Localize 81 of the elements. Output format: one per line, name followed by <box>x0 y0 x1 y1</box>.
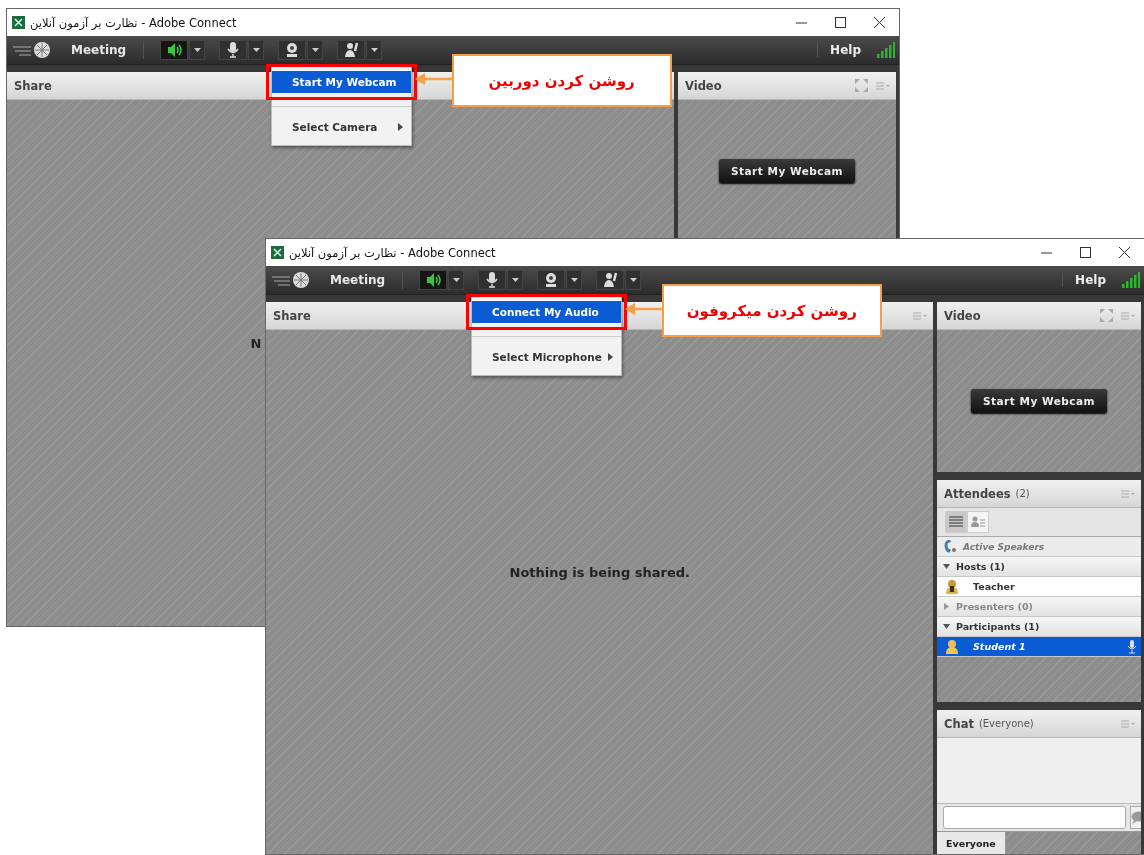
dropdown-button[interactable] <box>507 270 524 290</box>
host-icon <box>945 579 959 594</box>
callout-text: روشن کردن میکروفون <box>686 301 857 320</box>
active-speakers-label: Active Speakers <box>963 541 1045 552</box>
expanded-triangle-icon[interactable] <box>943 623 950 630</box>
logo-icon <box>11 41 51 59</box>
attendee-row[interactable]: Student 1 <box>937 637 1141 657</box>
raise-hand-button[interactable] <box>596 270 625 290</box>
webcam-icon <box>543 272 559 288</box>
microphone-icon <box>225 42 241 58</box>
share-message: Nothing is being shared. <box>509 564 690 580</box>
dropdown-button[interactable] <box>248 40 265 60</box>
dropdown-button[interactable] <box>189 40 206 60</box>
caret-icon <box>452 278 460 282</box>
logo-icon <box>270 271 310 289</box>
signal-icon <box>877 42 895 58</box>
pod-subtitle: (Everyone) <box>978 718 1034 729</box>
meeting-menu[interactable]: Meeting <box>71 43 127 57</box>
share-message: N <box>250 335 262 351</box>
chat-tab[interactable]: Everyone <box>937 832 1006 854</box>
signal-icon <box>1122 272 1140 288</box>
speaker-button[interactable] <box>419 270 448 290</box>
close-icon[interactable] <box>874 17 885 28</box>
dropdown-button[interactable] <box>307 40 324 60</box>
window-title: نظارت بر آزمون آنلاین - Adobe Connect <box>30 15 237 30</box>
window-title: نظارت بر آزمون آنلاین - Adobe Connect <box>289 245 496 260</box>
maximize-icon[interactable] <box>1080 247 1091 258</box>
attendee-name: Teacher <box>973 581 1015 592</box>
person-list-icon <box>971 516 985 528</box>
group-label[interactable]: Hosts (1) <box>956 561 1005 572</box>
pod-title: Video <box>685 78 722 93</box>
pod-title: Video <box>944 308 981 323</box>
dropdown-button[interactable] <box>625 270 642 290</box>
caret-icon <box>570 278 578 282</box>
microphone-icon <box>484 272 500 288</box>
list-icon <box>949 516 963 528</box>
menu-item[interactable]: Select Camera <box>272 116 411 138</box>
start-webcam-button[interactable]: Start My Webcam <box>718 159 856 183</box>
microphone-button[interactable] <box>219 40 248 60</box>
speaker-icon <box>166 42 182 58</box>
callout-text: روشن کردن دوربین <box>488 71 635 90</box>
caret-icon <box>629 278 637 282</box>
caret-icon <box>370 48 378 52</box>
start-webcam-button[interactable]: Start My Webcam <box>970 389 1108 413</box>
help-menu[interactable]: Help <box>1062 273 1106 287</box>
app-icon <box>12 16 25 29</box>
pod-title: Chat <box>944 716 974 731</box>
phone-icon <box>943 539 957 554</box>
pod-title: Attendees <box>944 486 1011 501</box>
maximize-icon[interactable] <box>835 17 846 28</box>
microphone-button[interactable] <box>478 270 507 290</box>
meeting-menu[interactable]: Meeting <box>330 273 386 287</box>
grid-view-button[interactable] <box>967 511 989 533</box>
pod-title: Share <box>14 78 52 93</box>
dropdown-button[interactable] <box>566 270 583 290</box>
speaker-icon <box>425 272 441 288</box>
caret-icon <box>193 48 201 52</box>
attendee-row[interactable]: Teacher <box>937 577 1141 597</box>
raised-hand-icon <box>343 42 359 58</box>
help-menu[interactable]: Help <box>817 43 861 57</box>
webcam-button[interactable] <box>278 40 307 60</box>
raised-hand-icon <box>602 272 618 288</box>
pod-subtitle: (2) <box>1015 488 1030 499</box>
speaker-button[interactable] <box>160 40 189 60</box>
pod-title: Share <box>273 308 311 323</box>
dropdown-button[interactable] <box>448 270 465 290</box>
caret-icon <box>252 48 260 52</box>
chat-input-field[interactable] <box>943 806 1126 829</box>
menu-item[interactable]: Select Microphone <box>472 346 621 368</box>
attendee-name: Student 1 <box>973 641 1026 652</box>
person-icon <box>945 639 959 654</box>
dropdown-button[interactable] <box>366 40 383 60</box>
raise-hand-button[interactable] <box>337 40 366 60</box>
webcam-button[interactable] <box>537 270 566 290</box>
caret-icon <box>311 48 319 52</box>
expanded-triangle-icon[interactable] <box>943 563 950 570</box>
webcam-icon <box>284 42 300 58</box>
caret-icon <box>511 278 519 282</box>
list-view-button[interactable] <box>945 511 967 533</box>
app-icon <box>271 246 284 259</box>
close-icon[interactable] <box>1119 247 1130 258</box>
